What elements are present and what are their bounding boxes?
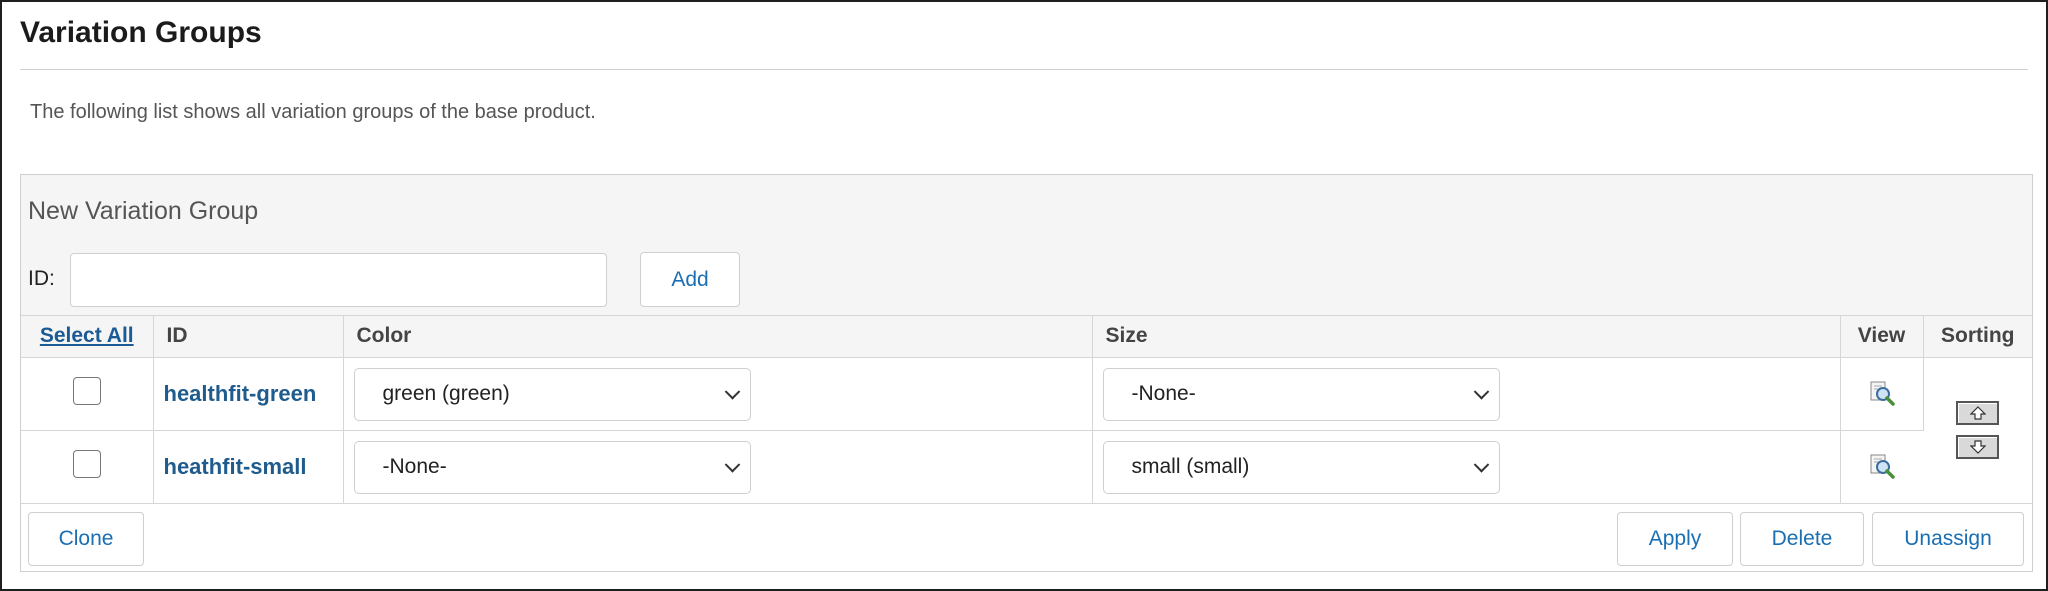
row-id-link[interactable]: healthfit-green [154, 381, 317, 406]
color-select[interactable]: green (green) [353, 367, 751, 421]
header-sorting: Sorting [1923, 316, 2032, 358]
window-frame: Variation Groups The following list show… [0, 0, 2048, 591]
select-all-link[interactable]: Select All [40, 324, 134, 347]
view-icon[interactable] [1868, 380, 1896, 406]
clone-button[interactable]: Clone [28, 512, 144, 566]
color-select[interactable]: -None- [353, 440, 751, 494]
chevron-down-icon [1473, 457, 1489, 473]
color-select-value: green (green) [382, 382, 510, 405]
title-divider [20, 69, 2028, 70]
row-sorting-cell [1923, 357, 2032, 504]
row-id-cell: healthfit-green [153, 357, 344, 431]
table-row: healthfit-green green (green) -None- [21, 357, 2032, 504]
color-select-value: -None- [382, 455, 447, 478]
variation-groups-table: Select All ID Color Size View Sorting he… [21, 316, 2032, 504]
row-select-cell [21, 357, 154, 431]
row-checkbox[interactable] [72, 376, 101, 405]
page-title: Variation Groups [20, 16, 262, 49]
arrow-up-icon [1969, 406, 1986, 420]
header-size: Size [1092, 316, 1841, 358]
row-color-cell: green (green) [343, 357, 1093, 431]
header-view: View [1840, 316, 1924, 358]
row-id-link[interactable]: heathfit-small [154, 454, 307, 479]
id-label: ID: [28, 267, 55, 290]
action-bar: Clone Apply Delete Unassign [21, 503, 2032, 572]
row-color-cell: -None- [343, 430, 1093, 504]
size-select-value: -None- [1131, 382, 1196, 405]
row-size-cell: -None- [1092, 357, 1841, 431]
sort-down-button[interactable] [1956, 435, 2000, 459]
row-select-cell [21, 430, 154, 504]
page-description: The following list shows all variation g… [30, 101, 596, 123]
arrow-down-icon [1969, 440, 1986, 454]
size-select[interactable]: -None- [1102, 367, 1500, 421]
new-group-id-input[interactable] [70, 253, 607, 307]
size-select[interactable]: small (small) [1102, 440, 1500, 494]
add-button[interactable]: Add [640, 252, 740, 307]
delete-button[interactable]: Delete [1740, 512, 1864, 566]
row-view-cell [1840, 357, 1924, 431]
row-id-cell: heathfit-small [153, 430, 344, 504]
view-icon[interactable] [1868, 453, 1896, 479]
chevron-down-icon [724, 457, 740, 473]
header-color: Color [343, 316, 1093, 358]
header-id: ID [153, 316, 344, 358]
chevron-down-icon [1473, 384, 1489, 400]
table-row: heathfit-small -None- small (small) [21, 430, 2032, 504]
table-header-row: Select All ID Color Size View Sorting [21, 316, 2032, 358]
sort-up-button[interactable] [1956, 401, 2000, 425]
chevron-down-icon [724, 384, 740, 400]
size-select-value: small (small) [1131, 455, 1250, 478]
variation-groups-panel: New Variation Group ID: Add Select All I… [20, 174, 2033, 572]
apply-button[interactable]: Apply [1617, 512, 1733, 566]
unassign-button[interactable]: Unassign [1872, 512, 2024, 566]
row-checkbox[interactable] [72, 449, 101, 478]
new-group-title: New Variation Group [28, 197, 259, 225]
new-variation-group-section: New Variation Group ID: Add [21, 175, 2032, 316]
row-size-cell: small (small) [1092, 430, 1841, 504]
row-view-cell [1840, 430, 1923, 504]
header-select-all: Select All [21, 316, 154, 358]
